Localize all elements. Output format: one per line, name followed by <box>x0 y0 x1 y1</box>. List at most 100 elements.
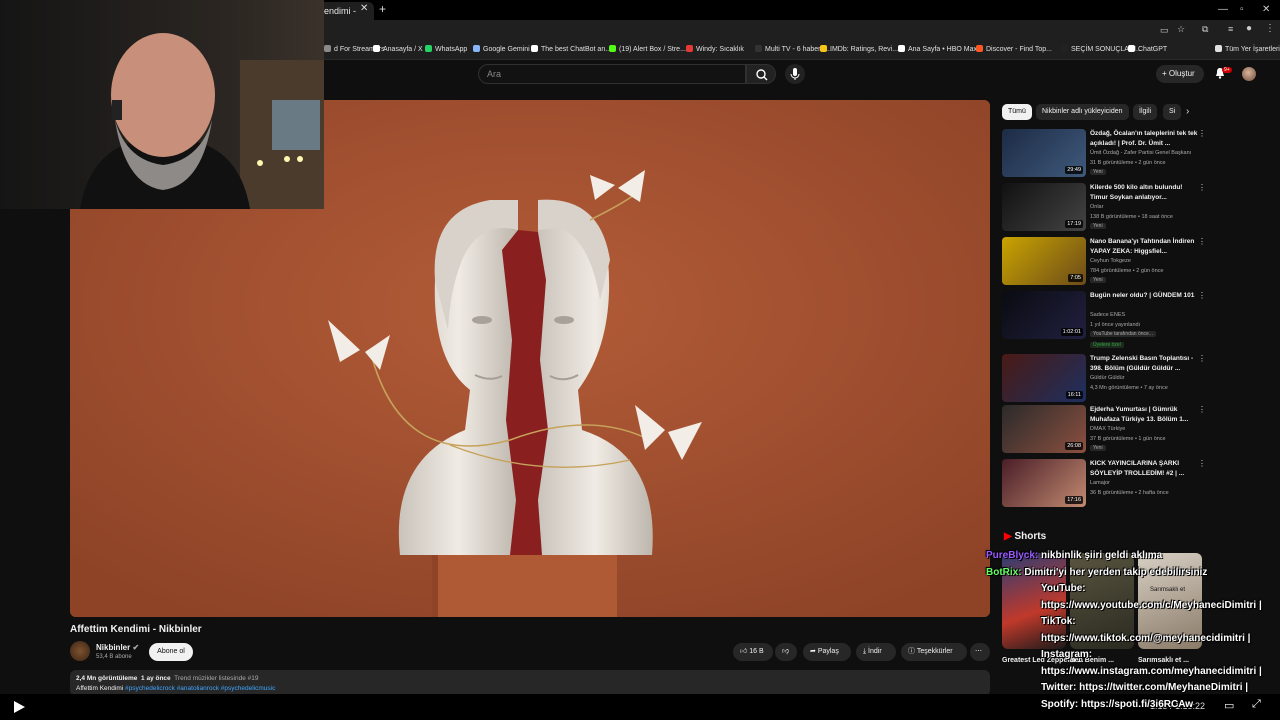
thumbs-up-icon: 👍︎ <box>740 648 750 655</box>
duration-badge: 29:49 <box>1065 166 1083 174</box>
video-thumbnail[interactable]: 29:49 <box>1002 129 1086 177</box>
recommendation-channel[interactable]: Sadece ENES <box>1090 312 1125 318</box>
profile-icon[interactable]: ● <box>1246 23 1252 34</box>
bookmark-item[interactable]: Discover - Find Top... <box>976 45 1052 53</box>
recommendation-item[interactable]: 1:02:01 Bugün neler oldu? | GÜNDEM 101 Sad… <box>1002 291 1212 341</box>
channel-name[interactable]: Nikbinler ✔ <box>96 643 139 652</box>
bookmark-label: Windy: Sıcaklık <box>696 46 744 53</box>
menu-icon[interactable]: ⋮ <box>1265 23 1275 34</box>
bookmark-label: Google Gemini <box>483 46 530 53</box>
recommendation-title[interactable]: KICK YAYINCILARINA ŞARKI SÖYLEYİP TROLLE… <box>1090 459 1202 479</box>
recommendation-channel[interactable]: DMAX Türkiye <box>1090 426 1125 432</box>
chat-line: Instagram: <box>1041 649 1093 660</box>
new-tab-icon[interactable]: + <box>379 2 386 16</box>
bookmark-item[interactable]: The best ChatBot an... <box>531 45 611 53</box>
sidepanel-icon[interactable]: ≡ <box>1228 24 1233 34</box>
recommendation-title[interactable]: Ejderha Yumurtası | Gümrük Muhafaza Türk… <box>1090 405 1202 425</box>
more-vert-icon[interactable]: ⋮ <box>1198 129 1206 138</box>
recommendation-item[interactable]: 29:49 Özdağ, Öcalan'ın taleplerini tek te… <box>1002 129 1212 179</box>
webcam-person <box>80 33 324 209</box>
more-vert-icon[interactable]: ⋮ <box>1198 459 1206 468</box>
bookmark-favicon-icon <box>324 45 331 52</box>
search-input[interactable]: Ara <box>478 64 746 84</box>
recommendation-channel[interactable]: Güldür Güldür <box>1090 375 1125 381</box>
recommendation-item[interactable]: 17:19 Kilerde 500 kilo altın bulundu! Tim… <box>1002 183 1212 233</box>
thanks-icon: ⓘ <box>908 648 917 655</box>
more-vert-icon[interactable]: ⋮ <box>1198 237 1206 246</box>
bookmark-item[interactable]: Google Gemini <box>473 45 530 53</box>
chat-text: nikbinlik şiiri geldi aklıma <box>1041 550 1163 561</box>
bookmark-label: WhatsApp <box>435 46 468 53</box>
more-vert-icon[interactable]: ⋮ <box>1198 183 1206 192</box>
video-thumbnail[interactable]: 16:11 <box>1002 354 1086 402</box>
recommendation-title[interactable]: Nano Banana'yı Tahtından İndiren YAPAY Z… <box>1090 237 1202 257</box>
new-badge: Yeni <box>1090 277 1106 283</box>
video-thumbnail[interactable]: 17:16 <box>1002 459 1086 507</box>
bookmark-item[interactable]: WhatsApp <box>425 45 467 53</box>
bookmark-item[interactable]: IMDb: Ratings, Revi... <box>820 45 898 53</box>
user-avatar[interactable] <box>1242 67 1256 81</box>
thumbs-down-icon: 👎︎ <box>782 648 790 655</box>
subscriber-count: 53,4 B abone <box>96 654 132 660</box>
share-button[interactable]: ➦ Paylaş <box>803 643 851 661</box>
minimize-icon[interactable]: — <box>1218 4 1228 15</box>
recommendation-item[interactable]: 26:08 Ejderha Yumurtası | Gümrük Muhafaza… <box>1002 405 1212 455</box>
filter-chip[interactable]: İlgili <box>1133 104 1158 120</box>
bookmark-favicon-icon <box>1061 45 1068 52</box>
filter-chip[interactable]: Nikbinler adlı yükleyiciden <box>1036 104 1129 120</box>
recommendation-item[interactable]: 16:11 Trump Zelenski Basın Toplantısı - 3… <box>1002 354 1212 404</box>
description-text: Affettim Kendimi #psychedelicrock #anato… <box>76 685 275 692</box>
like-button[interactable]: 👍︎ 16 B <box>733 643 773 661</box>
trend-label[interactable]: Trend müzikler listesinde #19 <box>174 675 258 682</box>
bookmark-favicon-icon <box>686 45 693 52</box>
bookmark-item[interactable]: (19) Alert Box / Stre... <box>609 45 686 53</box>
search-button[interactable] <box>746 64 776 84</box>
filter-chip[interactable]: Si <box>1163 104 1182 120</box>
recommendation-title[interactable]: Bugün neler oldu? | GÜNDEM 101 <box>1090 291 1202 301</box>
voice-search-button[interactable] <box>785 64 805 84</box>
extensions-icon[interactable]: ⧉ <box>1202 24 1208 35</box>
subscribe-button[interactable]: Abone ol <box>149 643 193 661</box>
bookmark-item[interactable]: Anasayfa / X <box>373 45 423 53</box>
close-window-icon[interactable]: ✕ <box>1262 4 1270 15</box>
share-label: Paylaş <box>817 648 839 655</box>
video-thumbnail[interactable]: 7:05 <box>1002 237 1086 285</box>
bookmark-label: IMDb: Ratings, Revi... <box>830 46 899 53</box>
download-button[interactable]: ⤓ İndir <box>856 643 896 661</box>
bookmark-item[interactable]: Windy: Sıcaklık <box>686 45 744 53</box>
create-button[interactable]: + Oluştur <box>1156 65 1204 83</box>
recommendation-title[interactable]: Özdağ, Öcalan'ın taleplerini tek tek açı… <box>1090 129 1202 149</box>
recommendation-channel[interactable]: Ümit Özdağ - Zafer Partisi Genel Başkanı <box>1090 150 1191 156</box>
bookmark-label: Ana Sayfa • HBO Max <box>908 46 977 53</box>
recommendation-channel[interactable]: Onlar <box>1090 204 1103 210</box>
chevron-right-icon[interactable]: › <box>1186 106 1189 117</box>
bookmark-item[interactable]: Ana Sayfa • HBO Max <box>898 45 977 53</box>
tab-close-icon[interactable]: ✕ <box>360 3 368 14</box>
recommendation-title[interactable]: Kilerde 500 kilo altın bulundu! Timur So… <box>1090 183 1202 203</box>
star-icon[interactable]: ☆ <box>1177 24 1185 35</box>
filter-chip[interactable]: Tümü <box>1002 104 1032 120</box>
video-thumbnail[interactable]: 1:02:01 <box>1002 291 1086 339</box>
video-thumbnail[interactable]: 26:08 <box>1002 405 1086 453</box>
bookmark-item[interactable]: Tüm Yer İşaretleri <box>1215 45 1280 53</box>
channel-avatar[interactable] <box>70 641 90 661</box>
play-icon[interactable] <box>12 700 26 714</box>
recommendation-title[interactable]: Trump Zelenski Basın Toplantısı - 398. B… <box>1090 354 1202 374</box>
recommendation-item[interactable]: 17:16 KICK YAYINCILARINA ŞARKI SÖYLEYİP T… <box>1002 459 1212 509</box>
video-thumbnail[interactable]: 17:19 <box>1002 183 1086 231</box>
thanks-button[interactable]: ⓘ Teşekkürler <box>901 643 967 661</box>
more-vert-icon[interactable]: ⋮ <box>1198 354 1206 363</box>
recommendation-item[interactable]: 7:05 Nano Banana'yı Tahtından İndiren YAP… <box>1002 237 1212 287</box>
plus-icon: + <box>1162 69 1169 78</box>
recommendation-channel[interactable]: Ceyhun Tokgeze <box>1090 258 1131 264</box>
bookmark-item[interactable]: ChatGPT <box>1128 45 1167 53</box>
description-box[interactable] <box>70 670 990 696</box>
hashtags[interactable]: #psychedelicrock #anatolianrock #psyched… <box>125 685 275 692</box>
more-vert-icon[interactable]: ⋮ <box>1198 405 1206 414</box>
cast-icon[interactable]: ▭ <box>1160 25 1169 36</box>
maximize-icon[interactable]: ▫ <box>1240 4 1244 15</box>
more-vert-icon[interactable]: ⋮ <box>1198 291 1206 300</box>
verified-icon: ✔ <box>132 643 140 652</box>
dislike-button[interactable]: 👎︎ <box>775 643 797 661</box>
recommendation-channel[interactable]: Lamajor <box>1090 480 1110 486</box>
